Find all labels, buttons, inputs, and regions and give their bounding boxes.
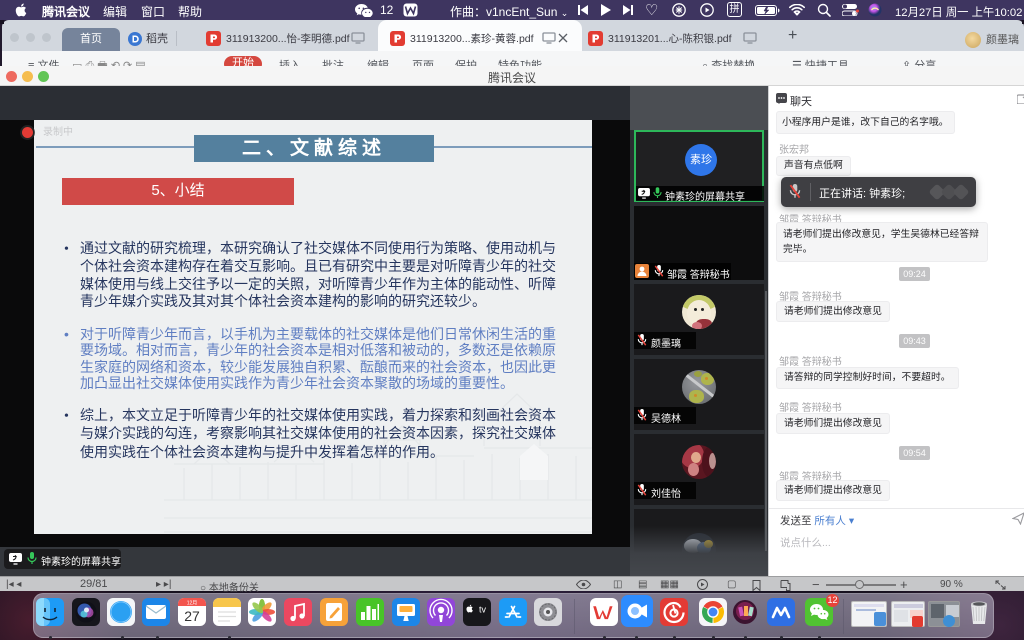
svg-text:12月: 12月 — [187, 601, 198, 607]
svg-text:tv: tv — [479, 605, 487, 615]
svg-text:27: 27 — [184, 608, 200, 624]
